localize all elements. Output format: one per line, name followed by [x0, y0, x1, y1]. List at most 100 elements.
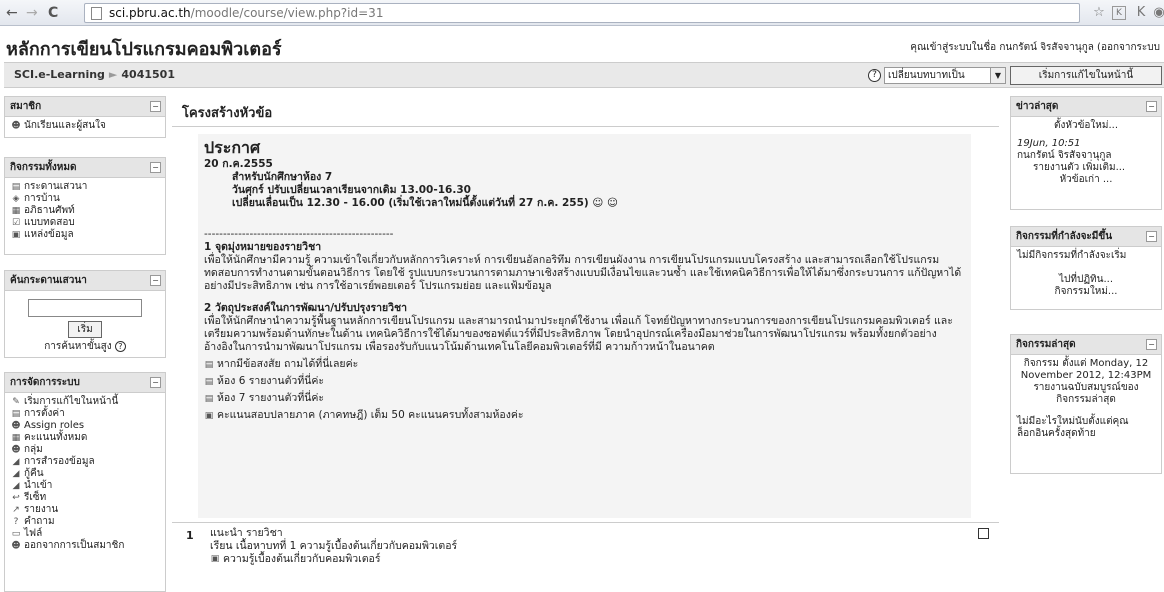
eye-icon[interactable]: ◉ — [1150, 4, 1164, 22]
admin-item-restore[interactable]: ◢ กู้คืน — [11, 468, 159, 480]
forum-search-input[interactable] — [28, 299, 142, 317]
quiz-icon: ☑ — [11, 218, 21, 228]
reload-icon[interactable]: C — [48, 4, 58, 22]
objective-1-title: 1 จุดมุ่งหมายของรายวิชา — [204, 241, 322, 253]
admin-item-label: กู้คืน — [24, 468, 44, 479]
new-event-link[interactable]: กิจกรรมใหม่... — [1017, 286, 1155, 298]
announcement-line-2: วันศุกร์ ปรับเปลี่ยนเวลาเรียนจากเดิม 13.… — [232, 184, 471, 196]
news-item-link[interactable]: รายงานตัว เพิ่มเติม... — [1017, 162, 1155, 174]
go-to-calendar-link[interactable]: ไปที่ปฏิทิน... — [1017, 274, 1155, 286]
site-title[interactable]: หลักการเขียนโปรแกรมคอมพิวเตอร์ — [6, 34, 282, 63]
admin-item-questions[interactable]: ? คำถาม — [11, 516, 159, 528]
help-icon[interactable]: ? — [868, 69, 881, 82]
admin-item-reset[interactable]: ↩ รีเซ็ท — [11, 492, 159, 504]
admin-item-edit[interactable]: ✎ เริ่มการแก้ไขในหน้านี้ — [11, 396, 159, 408]
admin-item-assign-roles[interactable]: ☻ Assign roles — [11, 420, 159, 432]
minimize-icon[interactable]: − — [150, 377, 161, 388]
edit-page-button[interactable]: เริ่มการแก้ไขในหน้านี้ — [1010, 66, 1162, 85]
minimize-icon[interactable]: − — [150, 162, 161, 173]
section-number: 1 — [186, 529, 194, 542]
sidebar-item-assignments[interactable]: ◈ การบ้าน — [11, 193, 159, 205]
admin-item-label: รายงาน — [24, 504, 59, 515]
admin-item-import[interactable]: ◢ นำเข้า — [11, 480, 159, 492]
backup-icon: ◢ — [12, 457, 20, 467]
resource-link-questions[interactable]: ▤ หากมีข้อสงสัย ถามได้ที่นี่เลยค่ะ — [204, 358, 965, 371]
back-arrow-icon[interactable]: ← — [6, 4, 18, 22]
admin-item-label: นำเข้า — [24, 480, 53, 491]
breadcrumb-site[interactable]: SCI.e-Learning — [14, 68, 105, 81]
role-select[interactable]: เปลี่ยนบทบาทเป็น ▼ — [884, 67, 1006, 84]
search-go-button[interactable]: เริ่ม — [68, 321, 102, 338]
address-bar[interactable]: sci.pbru.ac.th/moodle/course/view.php?id… — [84, 3, 1080, 23]
sidebar-item-forums[interactable]: ▤ กระดานเสวนา — [11, 181, 159, 193]
resource-label: คะแนนสอบปลายภาค (ภาคทษฎี) เต็ม 50 คะแนนค… — [217, 409, 524, 421]
no-upcoming-text: ไม่มีกิจกรรมที่กำลังจะเริ่ม — [1017, 250, 1127, 261]
forward-arrow-icon[interactable]: → — [26, 4, 38, 22]
advanced-search-link[interactable]: การค้นหาขั้นสูง ? — [11, 341, 159, 353]
section-1-content: แนะนำ รายวิชา เรียน เนื้อหาบทที่ 1 ความร… — [210, 527, 457, 565]
url-path: /moodle/course/view.php?id=31 — [190, 6, 384, 20]
minimize-icon[interactable]: − — [1146, 101, 1157, 112]
url-host: sci.pbru.ac.th — [109, 6, 191, 20]
minimize-icon[interactable]: − — [1146, 339, 1157, 350]
older-topics-link[interactable]: หัวข้อเก่า ... — [1017, 174, 1155, 186]
resource-label: ห้อง 6 รายงานตัวที่นี่ค่ะ — [217, 375, 325, 387]
announcement-date: 20 ก.ค.2555 — [204, 158, 273, 170]
admin-item-label: คำถาม — [24, 516, 55, 527]
admin-item-reports[interactable]: ↗ รายงาน — [11, 504, 159, 516]
resource-link-room7[interactable]: ▤ ห้อง 7 รายงานตัวที่นี่ค่ะ — [204, 392, 965, 405]
grades-icon: ▦ — [11, 433, 21, 443]
block-title: การจัดการระบบ — [10, 377, 80, 388]
login-info: คุณเข้าสู่ระบบในชื่อ กนกรัตน์ จิรสัจจานุ… — [910, 42, 1160, 53]
resource-link-final-scores[interactable]: ▣ คะแนนสอบปลายภาค (ภาคทษฎี) เต็ม 50 คะแนน… — [204, 409, 965, 422]
admin-item-label: การสำรองข้อมูล — [24, 456, 95, 467]
block-title: กิจกรรมที่กำลังจะมีขึ้น — [1016, 231, 1113, 242]
extension-k2-icon[interactable]: K — [1132, 4, 1150, 22]
forum-icon: ▤ — [204, 376, 214, 387]
resource-label: ความรู้เบื้องต้นเกี่ยวกับคอมพิวเตอร์ — [223, 552, 381, 565]
admin-item-files[interactable]: ▭ ไฟล์ — [11, 528, 159, 540]
resource-link-intro[interactable]: ▣ ความรู้เบื้องต้นเกี่ยวกับคอมพิวเตอร์ — [210, 553, 457, 565]
section-toggle-checkbox[interactable] — [978, 528, 989, 539]
page-title: โครงสร้างหัวข้อ — [172, 101, 999, 127]
block-title: สมาชิก — [10, 101, 42, 112]
resource-link-room6[interactable]: ▤ ห้อง 6 รายงานตัวที่นี่ค่ะ — [204, 375, 965, 388]
admin-item-grades[interactable]: ▦ คะแนนทั้งหมด — [11, 432, 159, 444]
star-icon[interactable]: ☆ — [1090, 4, 1108, 22]
assignment-icon: ◈ — [12, 194, 20, 204]
sidebar-item-glossary[interactable]: ▦ อภิธานศัพท์ — [11, 205, 159, 217]
full-report-link[interactable]: รายงานฉบับสมบูรณ์ของกิจกรรมล่าสุด — [1017, 382, 1155, 406]
extension-k-icon[interactable]: K — [1112, 6, 1126, 20]
admin-item-groups[interactable]: ☻ กลุ่ม — [11, 444, 159, 456]
administration-block: การจัดการระบบ − ✎ เริ่มการแก้ไขในหน้านี้ ▤… — [4, 372, 166, 592]
admin-item-settings[interactable]: ▤ การตั้งค่า — [11, 408, 159, 420]
add-topic-link[interactable]: ตั้งหัวข้อใหม่... — [1017, 120, 1155, 132]
sidebar-item-label: กระดานเสวนา — [24, 181, 88, 192]
chevron-down-icon: ▼ — [990, 68, 1005, 83]
help-icon[interactable]: ? — [114, 341, 126, 352]
block-title: ข่าวล่าสุด — [1016, 101, 1059, 112]
announcement-title: ประกาศ — [204, 138, 261, 157]
admin-item-backup[interactable]: ◢ การสำรองข้อมูล — [11, 456, 159, 468]
nothing-new-text: ไม่มีอะไรใหม่นับตั้งแต่คุณล็อกอินครั้งสุ… — [1017, 416, 1129, 439]
minimize-icon[interactable]: − — [150, 101, 161, 112]
block-title: กิจกรรมล่าสุด — [1016, 339, 1076, 350]
files-icon: ▭ — [11, 529, 21, 539]
glossary-icon: ▦ — [11, 206, 21, 216]
sidebar-item-quizzes[interactable]: ☑ แบบทดสอบ — [11, 217, 159, 229]
section-1: 1 แนะนำ รายวิชา เรียน เนื้อหาบทที่ 1 ควา… — [172, 522, 999, 585]
minimize-icon[interactable]: − — [1146, 231, 1157, 242]
resource-label: หากมีข้อสงสัย ถามได้ที่นี่เลยค่ะ — [217, 358, 359, 370]
members-block: สมาชิก − ☻ นักเรียนและผู้สนใจ — [4, 96, 166, 138]
news-author: กนกรัตน์ จิรสัจจานุกูล — [1017, 150, 1112, 161]
sidebar-item-resources[interactable]: ▣ แหล่งข้อมูล — [11, 229, 159, 241]
minimize-icon[interactable]: − — [150, 275, 161, 286]
admin-item-label: กลุ่ม — [24, 444, 43, 455]
unenrol-icon: ☻ — [11, 541, 21, 551]
browser-toolbar: ← → C sci.pbru.ac.th/moodle/course/view.… — [0, 0, 1164, 26]
sidebar-item-label: การบ้าน — [24, 193, 60, 204]
sidebar-item-participants[interactable]: ☻ นักเรียนและผู้สนใจ — [11, 120, 159, 132]
admin-item-unenrol[interactable]: ☻ ออกจากการเป็นสมาชิก — [11, 540, 159, 552]
advanced-search-label: การค้นหาขั้นสูง — [44, 341, 112, 352]
recent-activity-block: กิจกรรมล่าสุด − กิจกรรม ตั้งแต่ Monday, 1… — [1010, 334, 1162, 474]
